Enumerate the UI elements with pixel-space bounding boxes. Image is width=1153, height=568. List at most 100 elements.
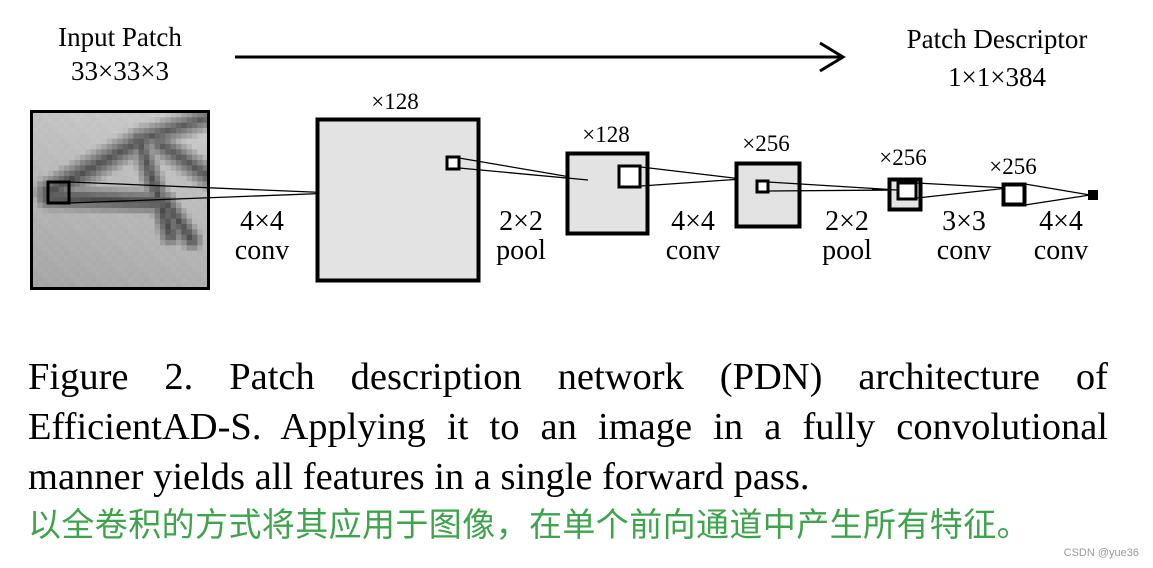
patch-pixel	[181, 261, 187, 267]
patch-pixel	[53, 240, 59, 246]
patch-pixel	[138, 165, 145, 171]
patch-pixel	[176, 234, 182, 241]
patch-pixel	[106, 165, 113, 171]
patch-pixel	[101, 250, 107, 257]
patch-pixel	[90, 192, 97, 198]
patch-pixel	[197, 229, 203, 235]
patch-pixel	[42, 272, 49, 278]
patch-pixel	[58, 122, 65, 129]
patch-pixel	[144, 202, 150, 209]
feature-map-layer-2	[565, 151, 650, 236]
patch-pixel	[133, 234, 139, 241]
patch-pixel	[58, 144, 65, 150]
patch-pixel	[186, 149, 193, 155]
patch-pixel	[42, 250, 49, 257]
patch-pixel	[42, 229, 49, 235]
patch-pixel	[170, 176, 177, 182]
patch-pixel	[133, 208, 139, 214]
caption-line-2: EfficientAD-S. Applying it to an image i…	[28, 406, 1108, 448]
patch-pixel	[160, 245, 166, 251]
op-label-6: 4×4 conv	[1021, 207, 1101, 265]
patch-pixel	[101, 245, 107, 251]
patch-pixel	[42, 122, 49, 129]
patch-pixel	[48, 213, 54, 219]
patch-pixel	[133, 122, 139, 129]
patch-pixel	[154, 250, 161, 257]
patch-pixel	[80, 117, 86, 123]
patch-pixel	[90, 122, 97, 129]
layer1-kernel-window	[445, 155, 461, 171]
feature-map-layer-5	[1001, 182, 1027, 207]
patch-pixel	[106, 122, 113, 129]
patch-pixel	[192, 266, 198, 273]
patch-pixel	[149, 224, 155, 230]
patch-pixel	[138, 208, 145, 214]
patch-pixel	[117, 272, 123, 278]
patch-pixel	[69, 170, 75, 177]
patch-pixel	[90, 229, 97, 235]
patch-pixel	[48, 224, 54, 230]
patch-pixel	[37, 138, 43, 145]
flow-arrow	[235, 41, 846, 73]
feature-map-layer-1	[315, 117, 481, 283]
patch-pixel	[64, 128, 70, 134]
patch-pixel	[170, 261, 177, 267]
patch-pixel	[154, 192, 161, 198]
patch-pixel	[122, 277, 129, 283]
patch-pixel	[48, 170, 54, 177]
patch-pixel	[197, 117, 203, 123]
patch-pixel	[80, 229, 86, 235]
patch-pixel	[74, 202, 81, 209]
patch-pixel	[64, 224, 70, 230]
patch-pixel	[58, 266, 65, 273]
patch-pixel	[192, 256, 198, 262]
patch-pixel	[90, 154, 97, 161]
patch-pixel	[101, 170, 107, 177]
patch-pixel	[74, 277, 81, 283]
patch-pixel	[53, 234, 59, 241]
patch-pixel	[133, 229, 139, 235]
patch-pixel	[181, 272, 187, 278]
patch-pixel	[64, 272, 70, 278]
patch-pixel	[74, 272, 81, 278]
patch-pixel	[186, 208, 193, 214]
patch-pixel	[117, 245, 123, 251]
patch-pixel	[74, 261, 81, 267]
patch-pixel	[181, 144, 187, 150]
patch-pixel	[192, 165, 198, 171]
patch-pixel	[197, 149, 203, 155]
patch-pixel	[48, 144, 54, 150]
patch-pixel	[144, 234, 150, 241]
patch-pixel	[58, 170, 65, 177]
patch-pixel	[117, 277, 123, 283]
patch-pixel	[112, 218, 118, 225]
patch-pixel	[138, 256, 145, 262]
patch-pixel	[165, 245, 171, 251]
patch-pixel	[74, 176, 81, 182]
patch-pixel	[133, 165, 139, 171]
patch-pixel	[133, 277, 139, 283]
patch-pixel	[80, 144, 86, 150]
connector-layer5-to-output	[1024, 183, 1091, 206]
patch-pixel	[85, 218, 91, 225]
patch-pixel	[192, 261, 198, 267]
patch-pixel	[186, 272, 193, 278]
patch-pixel	[192, 213, 198, 219]
patch-pixel	[117, 154, 123, 161]
patch-pixel	[149, 128, 155, 134]
patch-pixel	[197, 234, 203, 241]
patch-pixel	[186, 128, 193, 134]
patch-pixel	[37, 234, 43, 241]
patch-pixel	[154, 218, 161, 225]
patch-pixel	[101, 133, 107, 139]
patch-pixel	[165, 192, 171, 198]
patch-pixel	[170, 202, 177, 209]
patch-pixel	[101, 160, 107, 166]
patch-pixel	[197, 208, 203, 214]
patch-pixel	[165, 208, 171, 214]
patch-pixel	[176, 160, 182, 166]
patch-pixel	[74, 170, 81, 177]
patch-pixel	[64, 277, 70, 283]
patch-pixel	[149, 138, 155, 145]
patch-pixel	[165, 160, 171, 166]
